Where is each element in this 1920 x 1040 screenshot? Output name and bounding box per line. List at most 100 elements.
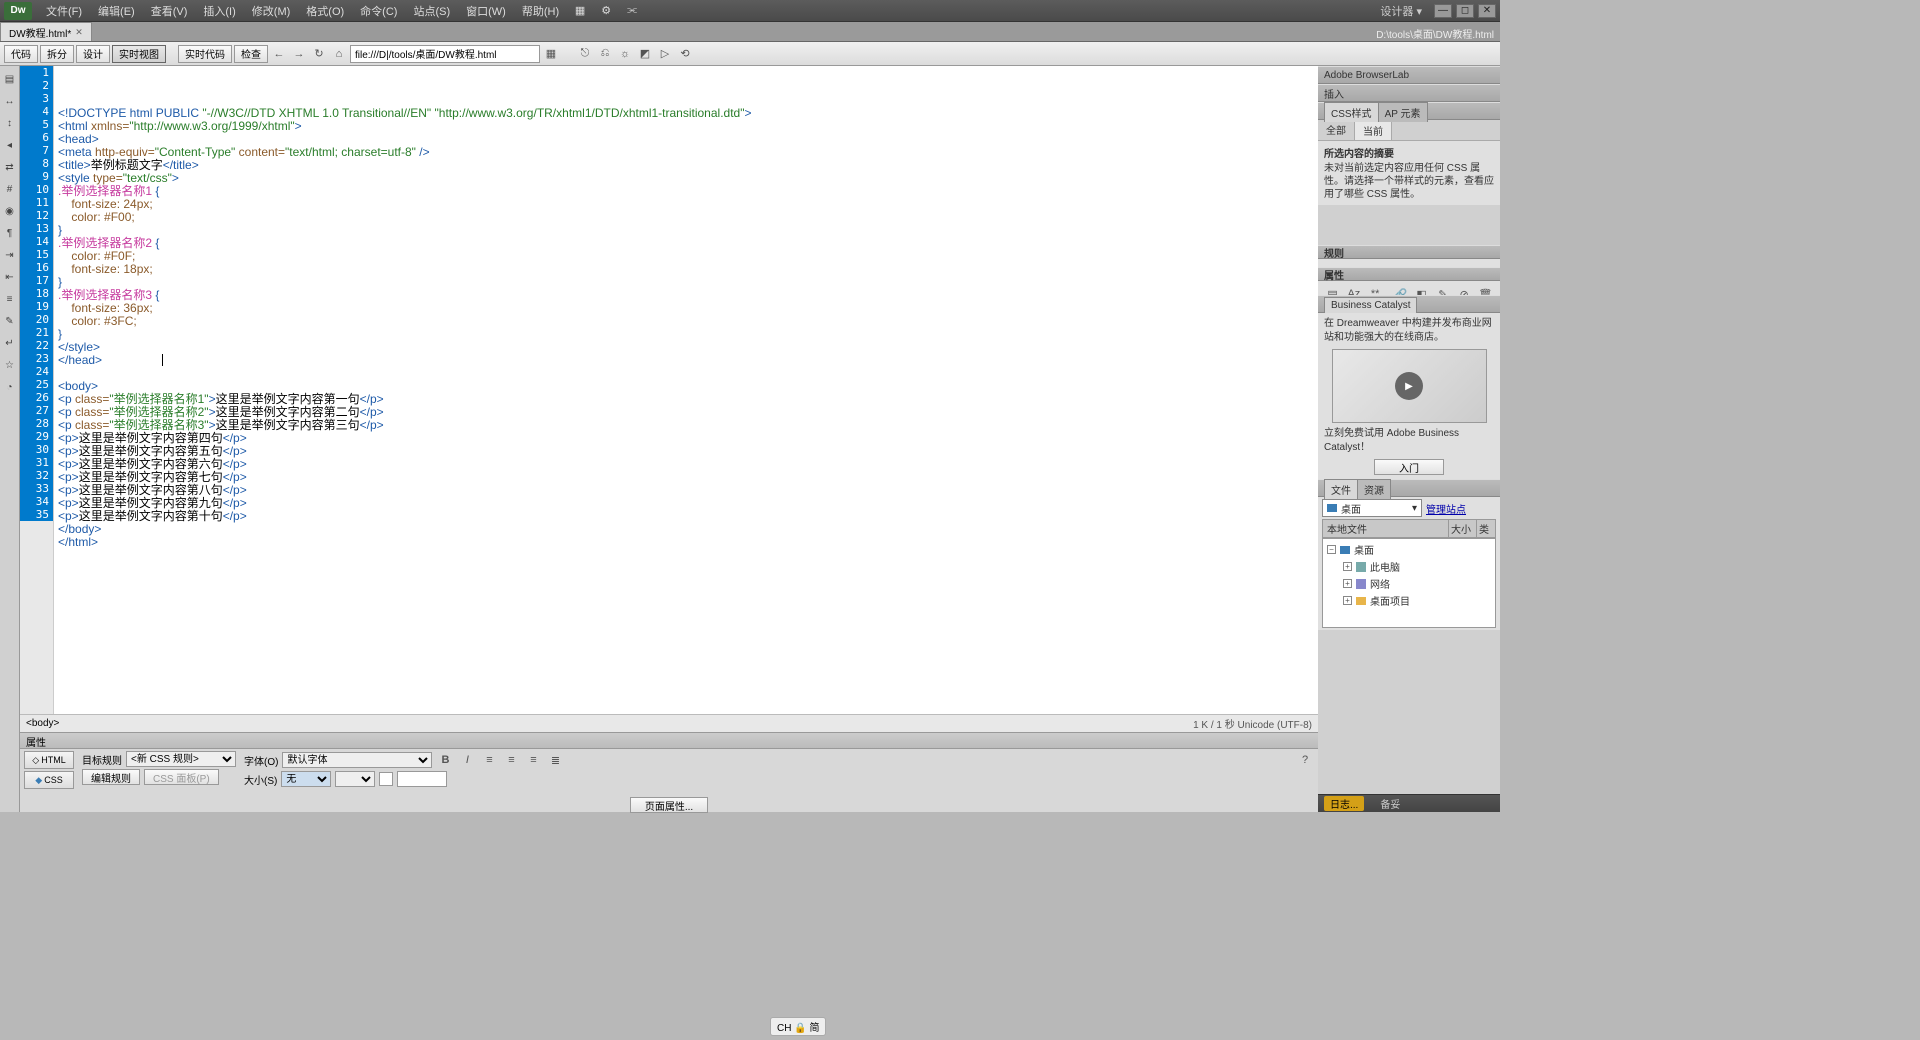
align-center-icon[interactable]: ≡ — [502, 751, 520, 769]
code-line[interactable]: <p>这里是举例文字内容第九句</p> — [58, 497, 1318, 510]
status-log[interactable]: 日志... — [1324, 796, 1364, 811]
code-line[interactable]: <meta http-equiv="Content-Type" content=… — [58, 146, 1318, 159]
files-tab[interactable]: 文件 — [1324, 479, 1358, 499]
code-line[interactable]: <html xmlns="http://www.w3.org/1999/xhtm… — [58, 120, 1318, 133]
tree-item-computer[interactable]: +此电脑 — [1325, 558, 1493, 575]
help-icon[interactable]: ? — [1296, 751, 1314, 769]
tool-icon-2[interactable]: ⎌ — [596, 45, 614, 63]
font-select[interactable]: 默认字体 — [282, 752, 432, 768]
tool-expand-icon[interactable]: ↕ — [1, 114, 19, 132]
code-line[interactable]: font-size: 24px; — [58, 198, 1318, 211]
target-rule-select[interactable]: <新 CSS 规则> — [126, 751, 236, 767]
code-line[interactable]: font-size: 18px; — [58, 263, 1318, 276]
code-line[interactable]: <style type="text/css"> — [58, 172, 1318, 185]
code-line[interactable]: <p>这里是举例文字内容第十句</p> — [58, 510, 1318, 523]
nav-forward-icon[interactable]: → — [290, 45, 308, 63]
code-line[interactable] — [58, 367, 1318, 380]
code-line[interactable] — [58, 549, 1318, 562]
html-mode-button[interactable]: ◇HTML — [24, 751, 74, 769]
code-line[interactable]: <p>这里是举例文字内容第五句</p> — [58, 445, 1318, 458]
code-line[interactable]: <p>这里是举例文字内容第六句</p> — [58, 458, 1318, 471]
tree-root[interactable]: −桌面 — [1325, 541, 1493, 558]
css-all-tab[interactable]: 全部 — [1318, 120, 1354, 140]
tool-collapse-icon[interactable]: ↔ — [1, 92, 19, 110]
code-editor[interactable]: 1234567891011121314151617181920212223242… — [20, 66, 1318, 714]
tool-snippets-icon[interactable]: ☆ — [1, 356, 19, 374]
menu-5[interactable]: 格式(O) — [298, 3, 352, 19]
tool-highlight-icon[interactable]: ◉ — [1, 202, 19, 220]
tool-icon-5[interactable]: ▷ — [656, 45, 674, 63]
css-mode-button[interactable]: ◆CSS — [24, 771, 74, 789]
tool-open-docs-icon[interactable]: ▤ — [1, 70, 19, 88]
menu-2[interactable]: 查看(V) — [143, 3, 196, 19]
business-catalyst-header[interactable]: Business Catalyst — [1318, 295, 1500, 313]
code-line[interactable]: } — [58, 328, 1318, 341]
nav-back-icon[interactable]: ← — [270, 45, 288, 63]
ap-elements-tab[interactable]: AP 元素 — [1378, 102, 1428, 122]
code-line[interactable]: } — [58, 276, 1318, 289]
code-line[interactable]: <p class="举例选择器名称3">这里是举例文字内容第三句</p> — [58, 419, 1318, 432]
code-line[interactable]: color: #3FC; — [58, 315, 1318, 328]
site-dropdown[interactable]: 桌面▾ — [1322, 499, 1422, 517]
tool-outdent-icon[interactable]: ⇤ — [1, 268, 19, 286]
menu-4[interactable]: 修改(M) — [244, 3, 299, 19]
menu-1[interactable]: 编辑(E) — [90, 3, 143, 19]
code-line[interactable]: <p>这里是举例文字内容第八句</p> — [58, 484, 1318, 497]
bc-video-thumbnail[interactable]: ▶ — [1332, 349, 1487, 423]
tool-select-parent-icon[interactable]: ◂ — [1, 136, 19, 154]
refresh-icon[interactable]: ↻ — [310, 45, 328, 63]
tool-line-numbers-icon[interactable]: # — [1, 180, 19, 198]
address-input[interactable] — [350, 45, 540, 63]
close-button[interactable]: ✕ — [1478, 4, 1496, 18]
code-line[interactable]: </body> — [58, 523, 1318, 536]
tool-wrap-icon[interactable]: ↵ — [1, 334, 19, 352]
gear-icon[interactable]: ⚙ — [597, 3, 615, 19]
tool-balance-icon[interactable]: ⇄ — [1, 158, 19, 176]
menu-7[interactable]: 站点(S) — [405, 3, 458, 19]
menu-8[interactable]: 窗口(W) — [458, 3, 514, 19]
code-line[interactable]: color: #F00; — [58, 211, 1318, 224]
menu-3[interactable]: 插入(I) — [195, 3, 243, 19]
tree-item-network[interactable]: +网络 — [1325, 575, 1493, 592]
tool-icon-1[interactable]: ⎋ — [576, 45, 594, 63]
code-line[interactable]: color: #F0F; — [58, 250, 1318, 263]
align-right-icon[interactable]: ≡ — [524, 751, 542, 769]
ime-indicator[interactable]: CH 🔒 简 — [770, 1017, 826, 1036]
bc-start-button[interactable]: 入门 — [1374, 459, 1444, 475]
align-justify-icon[interactable]: ≣ — [546, 751, 564, 769]
file-tree[interactable]: −桌面 +此电脑 +网络 +桌面项目 — [1322, 538, 1496, 628]
workspace-switcher[interactable]: 设计器 ▾ — [1380, 3, 1422, 19]
code-line[interactable]: </html> — [58, 536, 1318, 549]
tool-icon-3[interactable]: ☼ — [616, 45, 634, 63]
code-line[interactable]: <p>这里是举例文字内容第四句</p> — [58, 432, 1318, 445]
layout-icon[interactable]: ▦ — [571, 3, 589, 19]
color-input[interactable] — [397, 771, 447, 787]
code-line[interactable]: </style> — [58, 341, 1318, 354]
edit-rule-button[interactable]: 编辑规则 — [82, 769, 140, 785]
code-line[interactable]: <title>举例标题文字</title> — [58, 159, 1318, 172]
menu-0[interactable]: 文件(F) — [38, 3, 90, 19]
code-line[interactable]: </head> — [58, 354, 1318, 367]
home-icon[interactable]: ⌂ — [330, 45, 348, 63]
tool-icon-6[interactable]: ⟲ — [676, 45, 694, 63]
code-view-button[interactable]: 代码 — [4, 45, 38, 63]
inspect-button[interactable]: 检查 — [234, 45, 268, 63]
tool-format-icon[interactable]: ≡ — [1, 290, 19, 308]
italic-icon[interactable]: I — [458, 751, 476, 769]
code-area[interactable]: <!DOCTYPE html PUBLIC "-//W3C//DTD XHTML… — [54, 66, 1318, 714]
live-code-button[interactable]: 实时代码 — [178, 45, 232, 63]
tool-syntax-icon[interactable]: ¶ — [1, 224, 19, 242]
css-current-tab[interactable]: 当前 — [1354, 120, 1392, 140]
code-line[interactable]: .举例选择器名称2 { — [58, 237, 1318, 250]
minimize-button[interactable]: ― — [1434, 4, 1452, 18]
browserlab-panel-header[interactable]: Adobe BrowserLab — [1318, 66, 1500, 84]
code-line[interactable]: .举例选择器名称1 { — [58, 185, 1318, 198]
manage-sites-link[interactable]: 管理站点 — [1426, 501, 1466, 516]
code-line[interactable]: font-size: 36px; — [58, 302, 1318, 315]
tool-indent-icon[interactable]: ⇥ — [1, 246, 19, 264]
tool-recent-icon[interactable]: ◔ — [1, 378, 19, 396]
size-unit-select[interactable] — [335, 771, 375, 787]
expand-icon[interactable]: + — [1343, 579, 1352, 588]
size-select[interactable]: 无 — [281, 771, 331, 787]
tool-icon-4[interactable]: ◩ — [636, 45, 654, 63]
